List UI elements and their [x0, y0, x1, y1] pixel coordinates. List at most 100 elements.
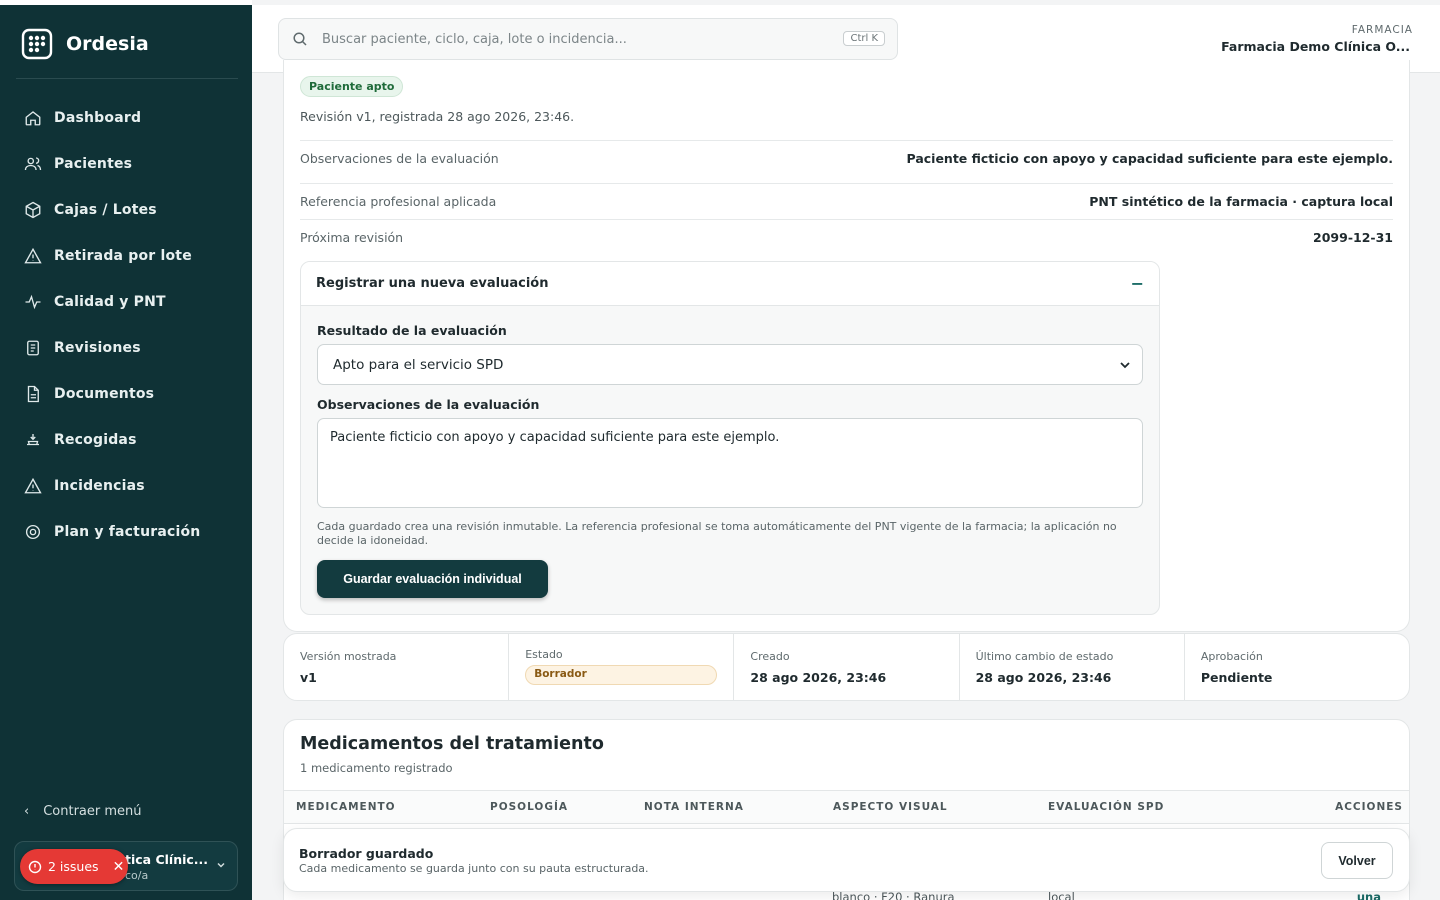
sidebar-item-revisiones[interactable]: Revisiones — [14, 325, 238, 371]
meta-changed: Último cambio de estado 28 ago 2026, 23:… — [960, 634, 1185, 700]
sidebar-item-retirada[interactable]: Retirada por lote — [14, 233, 238, 279]
meta-label: Aprobación — [1200, 650, 1263, 663]
result-label: Resultado de la evaluación — [317, 323, 507, 338]
evaluation-card: Paciente apto Revisión v1, registrada 28… — [283, 60, 1410, 632]
column-header: NOTA INTERNA — [644, 801, 744, 813]
column-header: EVALUACIÓN SPD — [1048, 801, 1165, 813]
panel-header[interactable]: Registrar una nueva evaluación − — [301, 262, 1159, 306]
column-header: ASPECTO VISUAL — [833, 801, 948, 813]
sidebar-item-dashboard[interactable]: Dashboard — [14, 95, 238, 141]
column-header: ACCIONES — [1335, 801, 1403, 813]
column-header: POSOLOGÍA — [490, 801, 569, 813]
meta-value: v1 — [300, 670, 317, 685]
pharmacy-name[interactable]: Farmacia Demo Clínica O... — [1221, 39, 1410, 54]
collapse-menu-button[interactable]: ‹ Contraer menú — [24, 804, 142, 819]
section-subtitle: 1 medicamento registrado — [300, 761, 453, 775]
sidebar: Ordesia Dashboard Pacientes Cajas / Lote… — [0, 0, 252, 900]
chevron-left-icon: ‹ — [24, 804, 30, 819]
brand[interactable]: Ordesia — [20, 27, 149, 61]
table-header: MEDICAMENTO POSOLOGÍA NOTA INTERNA ASPEC… — [284, 790, 1409, 824]
result-selected-value: Apto para el servicio SPD — [333, 356, 504, 373]
file-icon — [27, 385, 39, 403]
divider — [16, 78, 238, 79]
detail-row: Observaciones de la evaluación Paciente … — [300, 140, 1393, 176]
help-text: Cada guardado crea una revisión inmutabl… — [317, 520, 1117, 547]
sidebar-item-label: Calidad y PNT — [54, 294, 166, 310]
collapse-icon[interactable]: − — [1131, 274, 1144, 293]
pickup-icon — [27, 434, 39, 446]
detail-value: Paciente ficticio con apoyo y capacidad … — [906, 151, 1394, 166]
meta-label: Estado — [525, 648, 563, 661]
sidebar-item-label: Revisiones — [54, 340, 141, 356]
sidebar-item-label: Documentos — [54, 386, 155, 402]
meta-created: Creado 28 ago 2026, 23:46 — [734, 634, 960, 700]
sidebar-item-pacientes[interactable]: Pacientes — [14, 141, 238, 187]
detail-key: Próxima revisión — [300, 230, 404, 245]
meta-label: Versión mostrada — [300, 650, 397, 663]
column-header: MEDICAMENTO — [296, 801, 396, 813]
home-icon — [25, 111, 41, 126]
alert-circle-icon — [28, 860, 42, 873]
observations-textarea[interactable]: Paciente ficticio con apoyo y capacidad … — [317, 418, 1143, 508]
status-badge: Paciente apto — [300, 76, 404, 97]
sidebar-item-incidencias[interactable]: Incidencias — [14, 463, 238, 509]
sidebar-item-calidad[interactable]: Calidad y PNT — [14, 279, 238, 325]
status-badge: Borrador — [525, 665, 718, 685]
users-icon — [24, 157, 42, 171]
sidebar-item-label: Incidencias — [54, 478, 145, 494]
sidebar-item-label: Recogidas — [54, 432, 137, 448]
sidebar-item-label: Dashboard — [54, 110, 142, 126]
chevron-down-icon — [1120, 362, 1130, 369]
issues-badge[interactable]: 2 issues ✕ — [20, 849, 128, 884]
close-icon[interactable]: ✕ — [113, 859, 125, 875]
box-icon — [25, 201, 41, 219]
sidebar-item-cajas[interactable]: Cajas / Lotes — [14, 187, 238, 233]
shortcut-hint: Ctrl K — [843, 31, 885, 46]
search-input[interactable] — [322, 31, 822, 47]
detail-value: PNT sintético de la farmacia · captura l… — [1089, 194, 1393, 209]
logo-icon — [21, 28, 53, 60]
detail-value: 2099-12-31 — [1313, 230, 1393, 245]
detail-row: Referencia profesional aplicada PNT sint… — [300, 183, 1393, 219]
detail-row: Próxima revisión 2099-12-31 — [300, 219, 1393, 255]
toast-title: Borrador guardado — [299, 846, 434, 861]
meta-approval: Aprobación Pendiente — [1185, 634, 1409, 700]
search-box[interactable]: Ctrl K — [278, 18, 898, 60]
collapse-label: Contraer menú — [43, 804, 142, 819]
meta-version: Versión mostrada v1 — [284, 634, 510, 700]
org-name: tica Clínic... — [125, 852, 209, 867]
pharmacy-label: FARMACIA — [1351, 24, 1413, 36]
sidebar-item-label: Pacientes — [54, 156, 133, 172]
activity-icon — [25, 294, 41, 310]
result-select[interactable]: Apto para el servicio SPD — [317, 344, 1143, 385]
save-evaluation-button[interactable]: Guardar evaluación individual — [317, 560, 548, 598]
sidebar-item-plan[interactable]: Plan y facturación — [14, 509, 238, 555]
brand-name: Ordesia — [66, 33, 149, 55]
sidebar-item-label: Retirada por lote — [54, 248, 192, 264]
detail-key: Observaciones de la evaluación — [300, 151, 499, 166]
meta-value: 28 ago 2026, 23:46 — [975, 670, 1112, 685]
chevron-down-icon — [217, 862, 225, 868]
sidebar-item-recogidas[interactable]: Recogidas — [14, 417, 238, 463]
new-evaluation-panel: Registrar una nueva evaluación − Resulta… — [300, 261, 1160, 615]
observations-label: Observaciones de la evaluación — [317, 397, 540, 412]
warning-icon — [24, 477, 42, 494]
clipboard-icon — [27, 340, 39, 356]
sidebar-item-label: Cajas / Lotes — [54, 202, 157, 218]
meta-value: Pendiente — [1200, 670, 1273, 685]
org-role: co/a — [125, 869, 149, 882]
sidebar-nav: Dashboard Pacientes Cajas / Lotes Retira… — [14, 95, 238, 555]
revision-text: Revisión v1, registrada 28 ago 2026, 23:… — [300, 109, 575, 124]
back-button[interactable]: Volver — [1321, 842, 1393, 879]
panel-title: Registrar una nueva evaluación — [316, 276, 549, 291]
alert-triangle-icon — [24, 247, 42, 264]
top-edge — [0, 0, 252, 5]
sidebar-item-label: Plan y facturación — [54, 524, 201, 540]
sidebar-item-documentos[interactable]: Documentos — [14, 371, 238, 417]
section-title: Medicamentos del tratamiento — [300, 734, 604, 754]
meta-label: Creado — [750, 650, 790, 663]
toast-subtitle: Cada medicamento se guarda junto con su … — [299, 862, 649, 875]
issues-label: 2 issues — [48, 859, 99, 874]
search-icon — [293, 32, 307, 46]
meta-label: Último cambio de estado — [975, 650, 1114, 663]
